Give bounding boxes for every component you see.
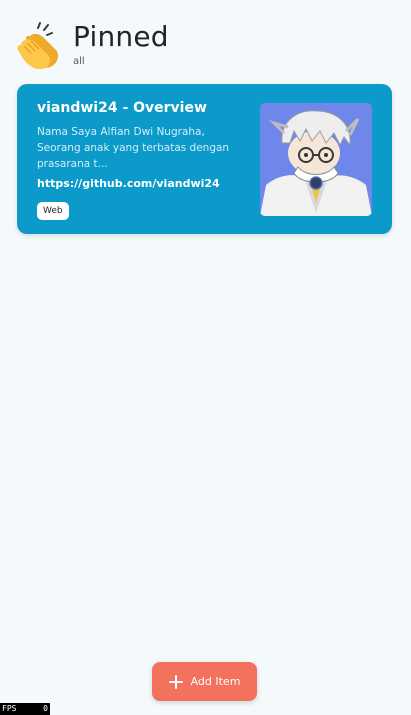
add-item-button[interactable]: Add Item — [152, 662, 257, 701]
add-item-label: Add Item — [190, 675, 241, 688]
card-description: Nama Saya Alfian Dwi Nugraha, Seorang an… — [37, 126, 230, 170]
page-subtitle: all — [73, 56, 85, 67]
fps-value: 0 — [43, 704, 48, 713]
fps-label: FPS — [2, 704, 17, 713]
plus-icon — [168, 674, 183, 689]
fps-counter: FPS 0 — [0, 703, 50, 715]
card-title: viandwi24 - Overview — [37, 100, 207, 116]
card-tag-badge: Web — [37, 202, 69, 220]
page-header: Pinned all — [16, 20, 396, 74]
page-title: Pinned — [73, 20, 169, 53]
card-thumbnail-image — [260, 103, 372, 216]
pinned-item-card[interactable]: viandwi24 - Overview Nama Saya Alfian Dw… — [17, 84, 392, 234]
clapping-hands-icon — [16, 22, 66, 70]
card-url-link[interactable]: https://github.com/viandwi24 — [37, 177, 220, 190]
